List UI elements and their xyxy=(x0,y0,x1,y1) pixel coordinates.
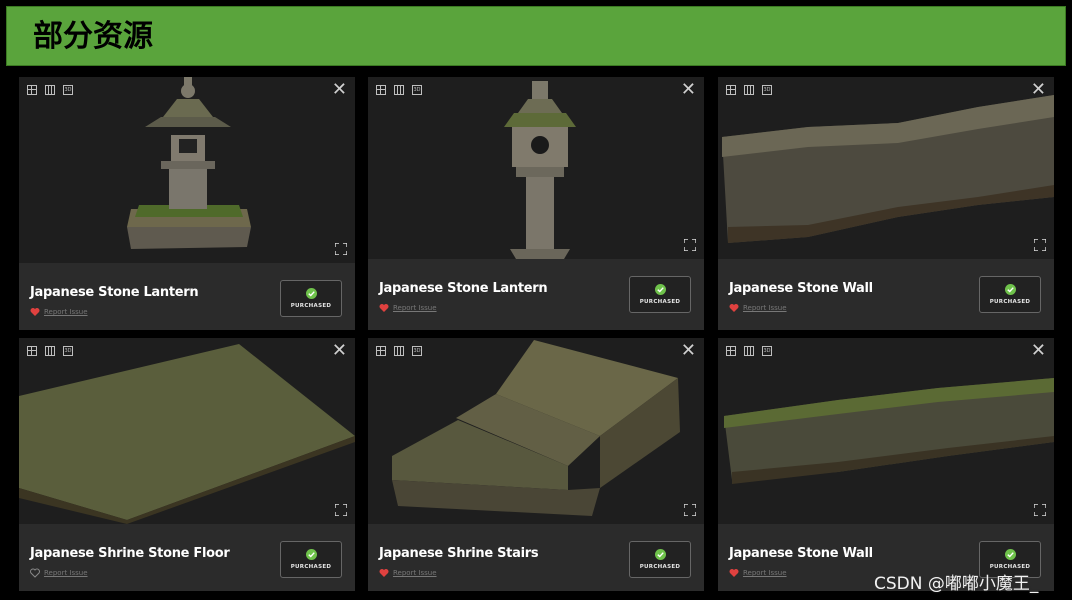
asset-preview[interactable]: 3D ✕ xyxy=(19,338,355,524)
stone-wall-image xyxy=(724,378,1054,484)
report-issue-link[interactable]: Report Issue xyxy=(44,569,88,577)
purchased-button[interactable]: PURCHASED xyxy=(280,280,342,317)
close-icon[interactable]: ✕ xyxy=(1031,81,1046,99)
stone-floor-image xyxy=(19,344,355,524)
asset-info: Japanese Stone Lantern Report Issue PURC… xyxy=(368,259,704,330)
stone-lantern-pillar-image xyxy=(504,81,576,259)
report-issue-link[interactable]: Report Issue xyxy=(743,569,787,577)
asset-card[interactable]: 3D ✕ Japanese Shrine Stone Floor Report … xyxy=(19,338,355,591)
check-circle-icon xyxy=(1004,284,1016,295)
fullscreen-icon[interactable] xyxy=(335,243,347,255)
close-icon[interactable]: ✕ xyxy=(332,342,347,360)
3d-view-icon[interactable]: 3D xyxy=(412,85,422,95)
report-issue-link[interactable]: Report Issue xyxy=(743,304,787,312)
3d-view-icon[interactable]: 3D xyxy=(63,346,73,356)
close-icon[interactable]: ✕ xyxy=(681,81,696,99)
purchased-label: PURCHASED xyxy=(639,564,681,570)
asset-card[interactable]: 3D ✕ Japanese Stone Wall Report Issue PU… xyxy=(718,338,1054,591)
purchased-label: PURCHASED xyxy=(989,299,1031,305)
grid-view-icon[interactable] xyxy=(27,346,37,356)
asset-preview[interactable]: 3D ✕ xyxy=(368,338,704,524)
close-icon[interactable]: ✕ xyxy=(681,342,696,360)
purchased-button[interactable]: PURCHASED xyxy=(979,276,1041,313)
3d-view-icon[interactable]: 3D xyxy=(762,85,772,95)
heart-outline-icon[interactable] xyxy=(30,568,40,578)
asset-card[interactable]: 3D ✕ Japanese Stone Wall Report Issue PU… xyxy=(718,77,1054,330)
fullscreen-icon[interactable] xyxy=(335,504,347,516)
fullscreen-icon[interactable] xyxy=(1034,504,1046,516)
stone-stairs-image xyxy=(392,340,680,516)
heart-icon[interactable] xyxy=(379,303,389,313)
report-row: Report Issue xyxy=(30,307,88,317)
asset-card[interactable]: 3D ✕ Japanese Stone Lantern Report Issue… xyxy=(368,77,704,330)
report-issue-link[interactable]: Report Issue xyxy=(393,304,437,312)
purchased-button[interactable]: PURCHASED xyxy=(629,541,691,578)
columns-view-icon[interactable] xyxy=(744,346,754,356)
asset-info: Japanese Stone Lantern Report Issue PURC… xyxy=(19,263,355,330)
asset-preview[interactable]: 3D ✕ xyxy=(718,77,1054,259)
columns-view-icon[interactable] xyxy=(394,346,404,356)
asset-title: Japanese Shrine Stone Floor xyxy=(30,546,230,561)
fullscreen-icon[interactable] xyxy=(684,239,696,251)
report-row: Report Issue xyxy=(729,303,787,313)
columns-view-icon[interactable] xyxy=(45,85,55,95)
3d-view-icon[interactable]: 3D xyxy=(412,346,422,356)
header-bar: 部分资源 xyxy=(6,6,1066,66)
stone-lantern-image xyxy=(127,77,251,249)
close-icon[interactable]: ✕ xyxy=(1031,342,1046,360)
fullscreen-icon[interactable] xyxy=(1034,239,1046,251)
stone-wall-image xyxy=(722,95,1054,243)
purchased-label: PURCHASED xyxy=(639,299,681,305)
asset-preview[interactable]: 3D ✕ xyxy=(368,77,704,259)
report-row: Report Issue xyxy=(379,568,437,578)
3d-view-icon[interactable]: 3D xyxy=(762,346,772,356)
grid-view-icon[interactable] xyxy=(376,85,386,95)
check-circle-icon xyxy=(305,549,317,560)
purchased-label: PURCHASED xyxy=(290,564,332,570)
asset-info: Japanese Stone Wall Report Issue PURCHAS… xyxy=(718,259,1054,330)
check-circle-icon xyxy=(305,288,317,299)
asset-info: Japanese Shrine Stairs Report Issue PURC… xyxy=(368,524,704,591)
report-row: Report Issue xyxy=(30,568,88,578)
report-row: Report Issue xyxy=(729,568,787,578)
purchased-button[interactable]: PURCHASED xyxy=(629,276,691,313)
3d-view-icon[interactable]: 3D xyxy=(63,85,73,95)
watermark-text: CSDN @嘟嘟小魔王_ xyxy=(874,574,1039,594)
heart-icon[interactable] xyxy=(729,568,739,578)
check-circle-icon xyxy=(1004,549,1016,560)
asset-title: Japanese Shrine Stairs xyxy=(379,546,539,561)
check-circle-icon xyxy=(654,549,666,560)
heart-icon[interactable] xyxy=(729,303,739,313)
asset-title: Japanese Stone Wall xyxy=(729,546,873,561)
grid-view-icon[interactable] xyxy=(376,346,386,356)
asset-card[interactable]: 3D ✕ Japanese Shrine Stairs Report Issue… xyxy=(368,338,704,591)
asset-preview[interactable]: 3D ✕ xyxy=(19,77,355,263)
grid-view-icon[interactable] xyxy=(27,85,37,95)
asset-preview[interactable]: 3D ✕ xyxy=(718,338,1054,524)
close-icon[interactable]: ✕ xyxy=(332,81,347,99)
heart-icon[interactable] xyxy=(379,568,389,578)
grid-view-icon[interactable] xyxy=(726,85,736,95)
fullscreen-icon[interactable] xyxy=(684,504,696,516)
report-issue-link[interactable]: Report Issue xyxy=(44,308,88,316)
purchased-button[interactable]: PURCHASED xyxy=(280,541,342,578)
report-issue-link[interactable]: Report Issue xyxy=(393,569,437,577)
columns-view-icon[interactable] xyxy=(744,85,754,95)
asset-info: Japanese Shrine Stone Floor Report Issue… xyxy=(19,524,355,591)
asset-card[interactable]: 3D ✕ Japanese Stone Lantern Report Issue… xyxy=(19,77,355,330)
columns-view-icon[interactable] xyxy=(394,85,404,95)
purchased-label: PURCHASED xyxy=(290,303,332,309)
grid-view-icon[interactable] xyxy=(726,346,736,356)
columns-view-icon[interactable] xyxy=(45,346,55,356)
page-title: 部分资源 xyxy=(33,19,153,54)
asset-title: Japanese Stone Wall xyxy=(729,281,873,296)
check-circle-icon xyxy=(654,284,666,295)
asset-title: Japanese Stone Lantern xyxy=(379,281,548,296)
heart-icon[interactable] xyxy=(30,307,40,317)
asset-title: Japanese Stone Lantern xyxy=(30,285,199,300)
report-row: Report Issue xyxy=(379,303,437,313)
